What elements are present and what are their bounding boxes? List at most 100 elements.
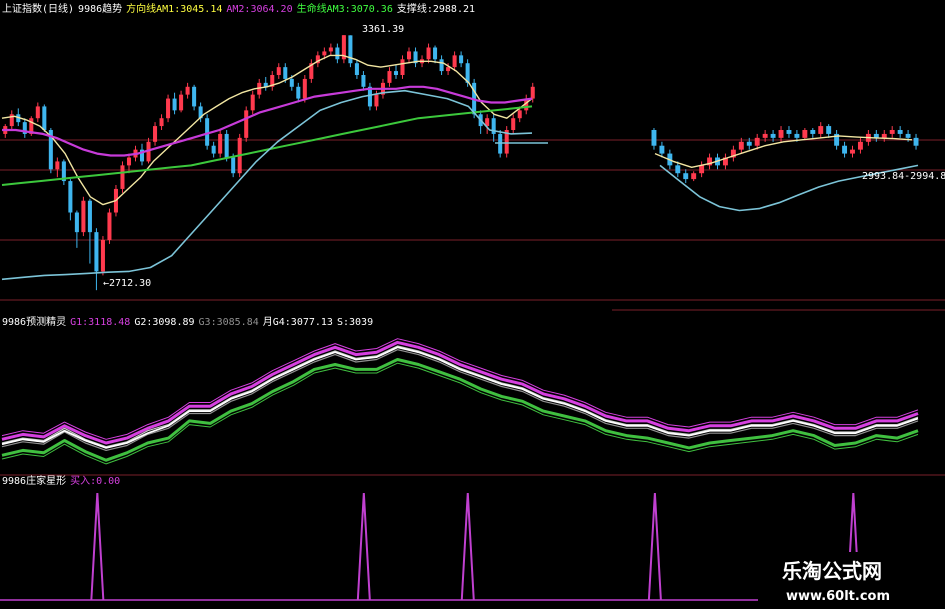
watermark-url: www.60lt.com (786, 589, 890, 604)
candle-body (433, 47, 438, 60)
candle-body (100, 240, 105, 272)
candle-body (452, 55, 457, 68)
candle-body (276, 67, 281, 75)
candle-body (762, 133, 768, 138)
candle-body (754, 137, 760, 146)
candle-body (406, 51, 412, 60)
candle-body (42, 106, 47, 130)
candle-body (153, 126, 158, 142)
candle-body (826, 126, 832, 134)
candle-body (192, 86, 197, 107)
header-item: G2:3098.89 (134, 317, 194, 328)
candle-body (746, 141, 752, 146)
candle-body (224, 133, 229, 158)
ma-line-1 (1, 54, 533, 206)
candle-body (511, 118, 516, 130)
candle-body (120, 165, 125, 189)
candle-body (810, 130, 816, 134)
candle-body (107, 212, 112, 240)
candle-body (374, 94, 379, 107)
candle-body (881, 133, 887, 138)
candle-body (439, 59, 444, 72)
candle-body (296, 86, 301, 99)
header-item: 买入:0.00 (70, 475, 120, 487)
candle-body (850, 149, 855, 154)
candle-body (675, 165, 681, 174)
candle-body (81, 200, 86, 233)
candle-body (55, 161, 60, 170)
candle-body (179, 94, 184, 111)
candle-body (913, 137, 919, 146)
ma-line-4 (1, 89, 533, 281)
candle-body (231, 157, 236, 174)
candle-body (393, 71, 399, 75)
buy-spike (90, 492, 105, 601)
header-item: 9986趋势 (78, 2, 122, 15)
candle-body (185, 86, 190, 95)
low-annotation: ←2712.30 (103, 278, 151, 289)
candle-body (905, 133, 911, 138)
candle-body (74, 212, 79, 233)
candle-body (818, 126, 824, 134)
candle-body (166, 98, 171, 119)
candle-body (289, 78, 294, 87)
candle-body (87, 200, 92, 233)
high-annotation: 3361.39 (362, 24, 404, 35)
buy-spike (356, 492, 371, 601)
candle-body (322, 51, 327, 56)
candle-body (68, 181, 73, 213)
price-panel-header: 上证指数(日线) 9986趋势 方向线AM1:3045.14 AM2:3064.20 生… (2, 2, 475, 15)
grid-lines (0, 139, 945, 476)
candle-body (459, 55, 464, 64)
header-item: AM2:3064.20 (226, 4, 292, 15)
header-item: 支撑线:2988.21 (397, 2, 475, 15)
candle-body (857, 141, 863, 150)
header-item: 上证指数(日线) (2, 2, 74, 15)
candle-body (897, 130, 903, 134)
candle-body (250, 94, 255, 111)
candle-body (302, 78, 307, 99)
candle-body (387, 71, 392, 83)
header-item: 9986预测精灵 (2, 315, 66, 328)
ma-line-3 (1, 105, 533, 186)
price-panel (1, 35, 919, 291)
candle-body (842, 145, 848, 154)
candle-body (786, 130, 792, 134)
candle-body (205, 118, 210, 146)
candle-body (348, 35, 353, 64)
candle-body (426, 47, 431, 60)
candle-body (211, 145, 216, 154)
stock-chart: 上证指数(日线) 9986趋势 方向线AM1:3045.14 AM2:3064.20 生… (0, 2, 945, 609)
buy-panel-header: 9986庄家星形 买入:0.00 (2, 474, 120, 487)
candle-body (794, 133, 800, 138)
candle-body (699, 165, 705, 174)
candle-body (172, 98, 177, 111)
candle-body (683, 173, 689, 180)
candle-body (335, 47, 340, 60)
forecast-line-G1 (1, 340, 919, 445)
candle-body (283, 67, 288, 79)
watermark-title: 乐淘公式网 (782, 559, 882, 583)
candle-body (94, 232, 99, 272)
ma-line-2 (2, 85, 533, 157)
candle-body (778, 130, 784, 138)
candle-body (126, 157, 132, 166)
candle-body (889, 130, 895, 134)
header-item: 生命线AM3:3070.36 (297, 2, 393, 15)
candle-body (802, 130, 808, 138)
candle-body (400, 59, 405, 75)
candle-body (218, 133, 223, 154)
forecast-panel-header: 9986预测精灵 G1:3118.48 G2:3098.89 G3:3085.84 月G… (2, 315, 373, 328)
header-item: S:3039 (337, 317, 373, 328)
candle-body (770, 133, 776, 138)
candle-body (691, 173, 697, 180)
header-item: 9986庄家星形 (2, 474, 66, 487)
candle-body (361, 75, 366, 87)
candle-body (35, 106, 40, 119)
candle-body (530, 86, 535, 99)
candle-body (354, 63, 359, 75)
candle-body (244, 110, 249, 138)
header-item: G1:3118.48 (70, 317, 130, 328)
candle-body (159, 118, 164, 127)
candle-body (446, 67, 451, 72)
